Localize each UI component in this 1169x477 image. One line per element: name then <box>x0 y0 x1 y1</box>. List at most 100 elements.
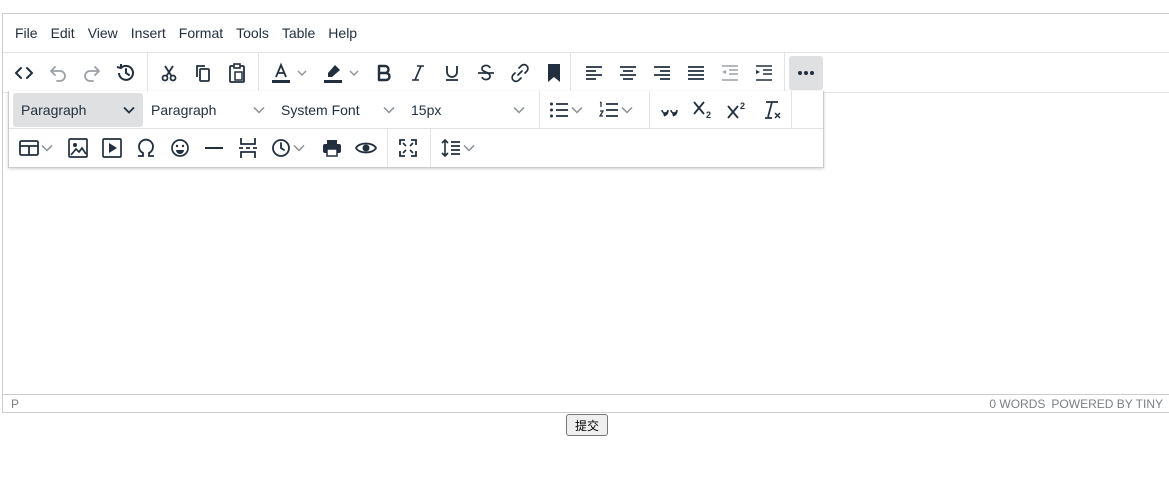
toolbar-overflow-drawer: Paragraph Paragraph System Font 15px 2 2 <box>8 91 824 168</box>
svg-text:2: 2 <box>706 110 711 120</box>
font-size-select[interactable]: 15px <box>403 93 533 127</box>
statusbar: P 0 WORDS POWERED BY TINY <box>3 394 1169 412</box>
text-color-icon <box>272 62 290 83</box>
strikethrough-button[interactable] <box>471 58 501 88</box>
indent-button[interactable] <box>749 58 779 88</box>
powered-by-link[interactable]: POWERED BY TINY <box>1051 397 1163 411</box>
undo-button[interactable] <box>43 58 73 88</box>
numbered-list-button[interactable] <box>595 95 639 125</box>
insert-datetime-button[interactable] <box>267 133 311 163</box>
overflow-row-insert <box>9 129 823 167</box>
emoji-button[interactable] <box>165 133 195 163</box>
chevron-down-icon <box>383 106 395 114</box>
redo-button[interactable] <box>77 58 107 88</box>
align-justify-icon <box>688 66 704 80</box>
blockquote-icon <box>661 109 678 117</box>
element-path[interactable]: P <box>11 397 19 411</box>
align-center-icon <box>620 66 636 80</box>
statusbar-right: 0 WORDS POWERED BY TINY <box>989 397 1163 411</box>
chevron-down-icon <box>349 70 359 76</box>
underline-icon <box>446 66 458 81</box>
horizontal-rule-icon <box>205 147 223 149</box>
source-code-icon <box>15 67 33 79</box>
bullet-list-button[interactable] <box>545 95 589 125</box>
chevron-down-icon <box>463 144 475 152</box>
restore-draft-icon <box>116 64 134 81</box>
bookmark-icon <box>548 64 560 82</box>
remove-format-button[interactable] <box>757 95 787 125</box>
cut-button[interactable] <box>154 58 184 88</box>
font-family-select[interactable]: System Font <box>273 93 403 127</box>
preview-button[interactable] <box>351 133 381 163</box>
separator <box>649 91 650 129</box>
page-break-icon <box>239 138 257 158</box>
chevron-down-icon <box>253 106 265 114</box>
remove-format-icon <box>765 101 781 119</box>
block-format-select[interactable]: Paragraph <box>13 93 143 127</box>
align-center-button[interactable] <box>613 58 643 88</box>
print-icon <box>323 140 341 157</box>
align-left-icon <box>586 66 602 80</box>
paragraph-style-select[interactable]: Paragraph <box>143 93 273 127</box>
numbered-list-icon <box>599 101 618 117</box>
special-character-button[interactable] <box>131 133 161 163</box>
italic-button[interactable] <box>403 58 433 88</box>
preview-icon <box>355 142 377 154</box>
link-icon <box>511 63 529 83</box>
line-height-button[interactable] <box>437 133 481 163</box>
align-right-button[interactable] <box>647 58 677 88</box>
highlight-color-button[interactable] <box>317 58 361 88</box>
align-left-button[interactable] <box>579 58 609 88</box>
menu-file[interactable]: File <box>9 21 44 45</box>
indent-icon <box>756 65 772 81</box>
blockquote-button[interactable] <box>655 95 685 125</box>
underline-button[interactable] <box>437 58 467 88</box>
separator <box>791 91 792 129</box>
bookmark-button[interactable] <box>539 58 569 88</box>
chevron-down-icon <box>293 144 305 152</box>
image-button[interactable] <box>63 133 93 163</box>
print-button[interactable] <box>317 133 347 163</box>
word-count[interactable]: 0 WORDS <box>989 397 1045 411</box>
restore-draft-button[interactable] <box>111 58 141 88</box>
chevron-down-icon <box>571 106 583 114</box>
strikethrough-icon <box>478 64 494 81</box>
source-code-button[interactable] <box>9 58 39 88</box>
toolbar-group-history <box>3 53 148 92</box>
menu-insert[interactable]: Insert <box>125 21 172 45</box>
menu-format[interactable]: Format <box>173 21 229 45</box>
insert-datetime-icon <box>272 139 290 157</box>
align-justify-button[interactable] <box>681 58 711 88</box>
undo-icon <box>50 66 66 82</box>
chevron-down-icon <box>513 106 525 114</box>
media-button[interactable] <box>97 133 127 163</box>
copy-button[interactable] <box>188 58 218 88</box>
subscript-icon: 2 <box>693 101 711 120</box>
menu-help[interactable]: Help <box>322 21 363 45</box>
paste-icon <box>229 63 245 83</box>
horizontal-rule-button[interactable] <box>199 133 229 163</box>
more-toolbar-button[interactable] <box>789 56 823 90</box>
subscript-button[interactable]: 2 <box>689 95 719 125</box>
menu-view[interactable]: View <box>82 21 124 45</box>
submit-button[interactable]: 提交 <box>566 414 608 436</box>
table-button[interactable] <box>15 133 59 163</box>
menu-edit[interactable]: Edit <box>45 21 81 45</box>
superscript-button[interactable]: 2 <box>723 95 753 125</box>
font-family-value: System Font <box>281 102 360 118</box>
paste-button[interactable] <box>222 58 252 88</box>
bold-button[interactable] <box>369 58 399 88</box>
paragraph-style-value: Paragraph <box>151 102 217 118</box>
menu-table[interactable]: Table <box>276 21 321 45</box>
fullscreen-button[interactable] <box>393 133 423 163</box>
page-break-button[interactable] <box>233 133 263 163</box>
superscript-icon: 2 <box>727 101 745 119</box>
menu-tools[interactable]: Tools <box>230 21 275 45</box>
line-height-icon <box>441 138 460 158</box>
highlight-color-icon <box>324 65 342 83</box>
image-icon <box>68 138 88 158</box>
text-color-button[interactable] <box>265 58 309 88</box>
outdent-button[interactable] <box>715 58 745 88</box>
rich-text-editor: File Edit View Insert Format Tools Table… <box>2 13 1169 413</box>
link-button[interactable] <box>505 58 535 88</box>
